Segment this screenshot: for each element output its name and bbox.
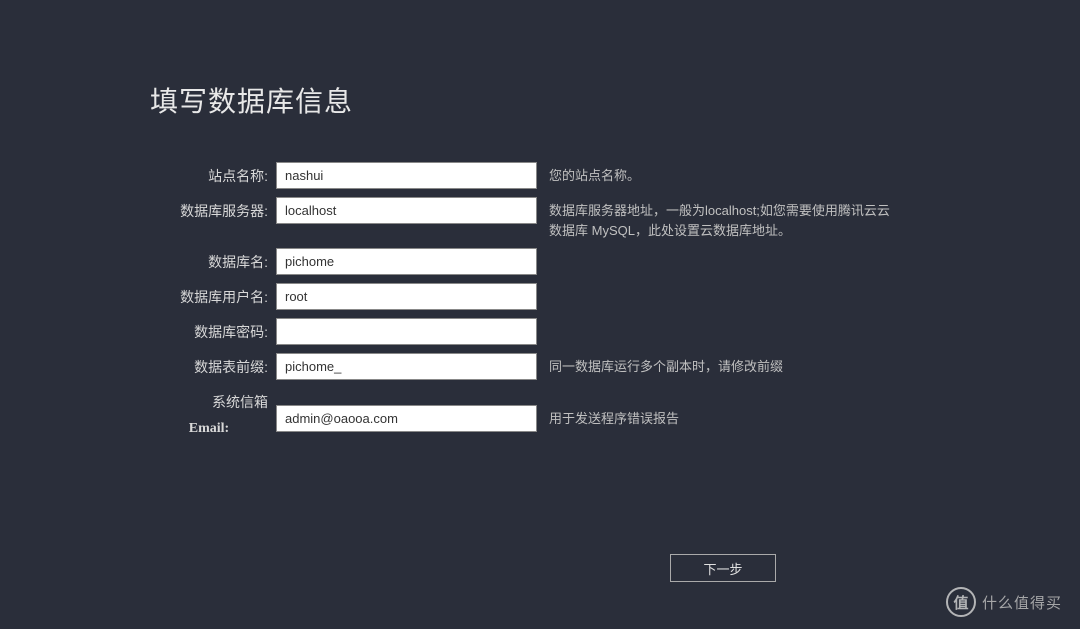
- db-user-input[interactable]: [276, 283, 537, 310]
- db-pass-input[interactable]: [276, 318, 537, 345]
- next-button[interactable]: 下一步: [670, 554, 776, 582]
- watermark-badge-icon: 值: [946, 587, 976, 617]
- watermark: 值 什么值得买: [946, 587, 1062, 617]
- table-prefix-hint: 同一数据库运行多个副本时，请修改前缀: [537, 353, 783, 377]
- table-prefix-input[interactable]: [276, 353, 537, 380]
- db-server-label: 数据库服务器:: [150, 197, 276, 221]
- db-name-hint: [537, 248, 549, 252]
- db-name-label: 数据库名:: [150, 248, 276, 272]
- site-name-hint: 您的站点名称。: [537, 162, 640, 186]
- db-user-label: 数据库用户名:: [150, 283, 276, 307]
- site-name-label: 站点名称:: [150, 162, 276, 186]
- db-user-hint: [537, 283, 549, 287]
- db-server-hint: 数据库服务器地址，一般为localhost;如您需要使用腾讯云云数据库 MySQ…: [537, 197, 897, 240]
- site-name-input[interactable]: [276, 162, 537, 189]
- page-title: 填写数据库信息: [150, 80, 1080, 120]
- sys-mail-input[interactable]: [276, 405, 537, 432]
- sys-mail-label: Email:: [150, 417, 276, 437]
- watermark-text: 什么值得买: [982, 592, 1062, 613]
- sys-mail-label-top: 系统信箱: [150, 388, 276, 412]
- db-server-input[interactable]: [276, 197, 537, 224]
- db-pass-label: 数据库密码:: [150, 318, 276, 342]
- table-prefix-label: 数据表前缀:: [150, 353, 276, 377]
- db-name-input[interactable]: [276, 248, 537, 275]
- database-form: 站点名称: 您的站点名称。 数据库服务器: 数据库服务器地址，一般为localh…: [150, 162, 1080, 444]
- db-pass-hint: [537, 318, 549, 322]
- sys-mail-hint: 用于发送程序错误报告: [537, 405, 679, 429]
